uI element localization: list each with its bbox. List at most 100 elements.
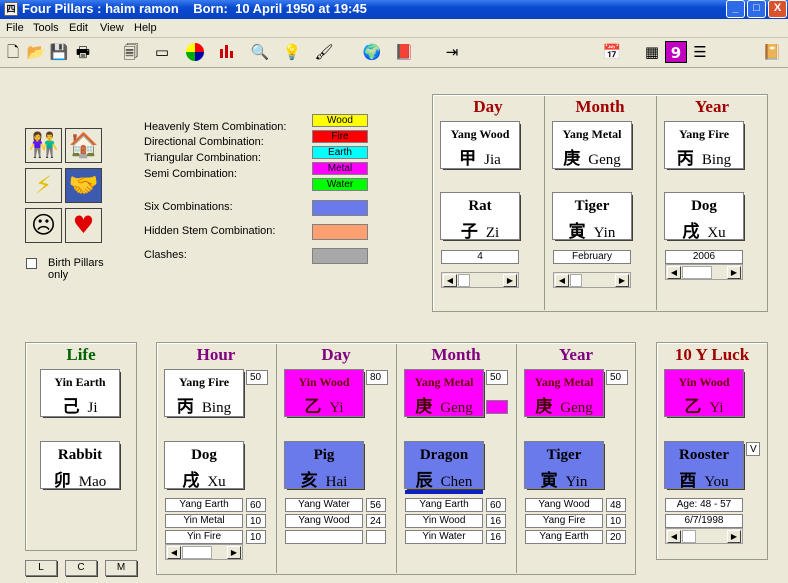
- stem-pinyin: Bing: [201, 400, 232, 416]
- branch-name: Pig: [313, 447, 335, 463]
- life-stem-card[interactable]: Yin Earth 己 Ji: [40, 369, 120, 417]
- scroll-thumb[interactable]: [682, 266, 712, 279]
- stem-pinyin: Geng: [588, 152, 621, 168]
- hidden-stem-name: Yang Earth: [165, 498, 243, 512]
- stem-pinyin: Geng: [440, 400, 473, 416]
- properties-icon[interactable]: 🗐: [120, 41, 142, 63]
- current-day-value: 4: [441, 250, 519, 264]
- scroll-right-arrow[interactable]: ▶: [227, 546, 241, 559]
- menu-file[interactable]: File: [6, 22, 24, 34]
- close-button[interactable]: X: [768, 0, 787, 18]
- scroll-right-arrow[interactable]: ▶: [615, 274, 629, 287]
- current-year-branch-card[interactable]: Dog 戌 Xu: [664, 192, 744, 241]
- scroll-right-arrow[interactable]: ▶: [727, 530, 741, 543]
- pie-chart-icon[interactable]: [184, 41, 206, 63]
- scroll-left-arrow[interactable]: ◀: [555, 274, 569, 287]
- stem-char: 丙: [676, 149, 694, 168]
- current-year-scrollbar[interactable]: ◀ ▶: [665, 264, 743, 280]
- stem-pinyin: Yi: [709, 400, 724, 416]
- hidden-stem-name: Yang Earth: [525, 530, 603, 544]
- triangular-label: Triangular Combination:: [144, 152, 261, 164]
- natal-hour-stem-card[interactable]: Yang Fire 丙 Bing: [164, 369, 244, 417]
- globe-icon[interactable]: 🌍: [361, 41, 383, 63]
- title-bar[interactable]: 四 Four Pillars : haim ramon Born: 10 Apr…: [0, 0, 788, 19]
- menu-edit[interactable]: Edit: [69, 22, 88, 34]
- current-month-stem-card[interactable]: Yang Metal 庚 Geng: [552, 121, 632, 169]
- minimize-button[interactable]: _: [726, 0, 745, 18]
- grid-numbers-icon[interactable]: ▦: [641, 41, 663, 63]
- couple-icon[interactable]: 👫: [25, 128, 62, 163]
- branch-char: 寅: [568, 222, 586, 241]
- scroll-thumb[interactable]: [182, 546, 212, 559]
- lightning-icon[interactable]: ⚡: [25, 168, 62, 203]
- natal-year-branch-card[interactable]: Tiger 寅 Yin: [524, 441, 604, 490]
- birth-pillars-checkbox[interactable]: [26, 258, 37, 269]
- current-day-branch-card[interactable]: Rat 子 Zi: [440, 192, 520, 241]
- natal-year-stem-card[interactable]: Yang Metal 庚 Geng: [524, 369, 604, 417]
- maximize-button[interactable]: □: [747, 0, 766, 18]
- scroll-left-arrow[interactable]: ◀: [667, 266, 681, 279]
- calendar-icon[interactable]: 📅: [601, 41, 623, 63]
- new-file-icon[interactable]: 🗋: [2, 41, 24, 63]
- natal-month-stem-card[interactable]: Yang Metal 庚 Geng: [404, 369, 484, 417]
- brush-icon[interactable]: 🖌: [313, 41, 335, 63]
- natal-hour-scrollbar[interactable]: ◀ ▶: [165, 544, 243, 560]
- hidden-stem-name: Yang Water: [285, 498, 363, 512]
- menu-view[interactable]: View: [100, 22, 124, 34]
- luck-branch-card[interactable]: Rooster 酉 You: [664, 441, 744, 490]
- current-month-scrollbar[interactable]: ◀ ▶: [553, 272, 631, 288]
- current-year-stem-card[interactable]: Yang Fire 丙 Bing: [664, 121, 744, 169]
- current-day-scrollbar[interactable]: ◀ ▶: [441, 272, 519, 288]
- m-button[interactable]: M: [105, 560, 137, 576]
- scroll-thumb[interactable]: [682, 530, 696, 543]
- hidden-stem-name: Yin Fire: [165, 530, 243, 544]
- window-icon[interactable]: ▭: [151, 41, 173, 63]
- branch-pinyin: Hai: [325, 474, 348, 490]
- hidden-stem-score: 56: [366, 498, 386, 512]
- luck-stem-card[interactable]: Yin Wood 乙 Yi: [664, 369, 744, 417]
- menu-tools[interactable]: Tools: [33, 22, 59, 34]
- current-month-header: Month: [575, 97, 625, 116]
- list-icon[interactable]: ☰: [689, 41, 711, 63]
- magnifier-icon[interactable]: 🔍: [249, 41, 271, 63]
- natal-hour-branch-card[interactable]: Dog 戌 Xu: [164, 441, 244, 490]
- scroll-right-arrow[interactable]: ▶: [503, 274, 517, 287]
- open-folder-icon[interactable]: 📂: [25, 41, 47, 63]
- book-open-icon[interactable]: 📔: [761, 41, 783, 63]
- handshake-icon[interactable]: 🤝: [65, 168, 102, 203]
- print-icon[interactable]: 🖶: [72, 41, 94, 63]
- luck-scrollbar[interactable]: ◀ ▶: [665, 528, 743, 544]
- scroll-right-arrow[interactable]: ▶: [727, 266, 741, 279]
- stem-name: Yang Wood: [450, 127, 510, 141]
- life-branch-card[interactable]: Rabbit 卯 Mao: [40, 441, 120, 490]
- current-month-branch-card[interactable]: Tiger 寅 Yin: [552, 192, 632, 241]
- heart-icon[interactable]: ♥: [65, 208, 102, 243]
- hidden-stem-score: 16: [486, 530, 506, 544]
- natal-month-branch-card[interactable]: Dragon 辰 Chen: [404, 441, 484, 490]
- branch-char: 子: [460, 222, 478, 241]
- save-icon[interactable]: 💾: [48, 41, 70, 63]
- current-month-value: February: [553, 250, 631, 264]
- scroll-left-arrow[interactable]: ◀: [443, 274, 457, 287]
- scroll-left-arrow[interactable]: ◀: [167, 546, 181, 559]
- stem-char: 己: [62, 397, 80, 416]
- book-icon[interactable]: 📕: [393, 41, 415, 63]
- lightbulb-icon[interactable]: 💡: [281, 41, 303, 63]
- c-button[interactable]: C: [65, 560, 97, 576]
- nine-icon[interactable]: 9: [665, 41, 687, 63]
- menu-help[interactable]: Help: [134, 22, 157, 34]
- scroll-thumb[interactable]: [570, 274, 582, 287]
- house-car-icon[interactable]: 🏠: [65, 128, 102, 163]
- l-button[interactable]: L: [25, 560, 57, 576]
- sad-face-icon[interactable]: ☹: [25, 208, 62, 243]
- export-icon[interactable]: ⇥: [441, 41, 463, 63]
- scroll-thumb[interactable]: [458, 274, 470, 287]
- wood-swatch: Wood: [312, 114, 368, 127]
- stem-name: Yang Metal: [562, 127, 622, 141]
- current-day-stem-card[interactable]: Yang Wood 甲 Jia: [440, 121, 520, 169]
- natal-day-branch-card[interactable]: Pig 亥 Hai: [284, 441, 364, 490]
- stem-pinyin: Yi: [329, 400, 344, 416]
- bar-chart-icon[interactable]: [216, 41, 238, 63]
- scroll-left-arrow[interactable]: ◀: [667, 530, 681, 543]
- natal-day-stem-card[interactable]: Yin Wood 乙 Yi: [284, 369, 364, 417]
